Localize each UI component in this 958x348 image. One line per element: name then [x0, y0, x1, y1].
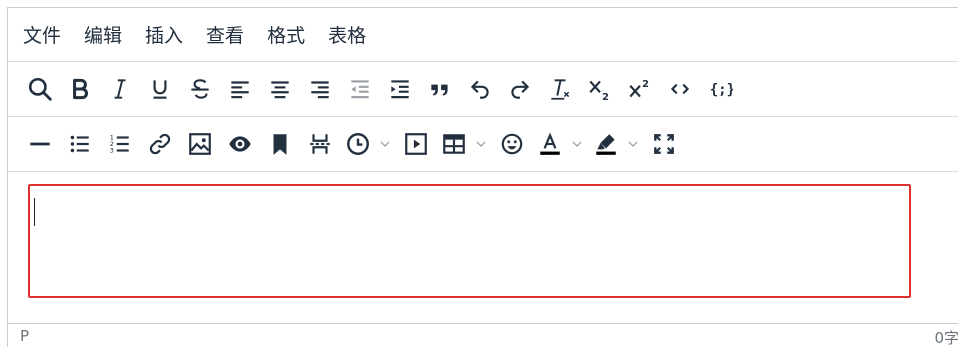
media-button[interactable] [396, 124, 436, 164]
numbered-list-button[interactable]: 123 [100, 124, 140, 164]
svg-text:2: 2 [602, 92, 609, 102]
link-button[interactable] [140, 124, 180, 164]
toolbar-row-1: 2 2 {;} [8, 62, 958, 117]
bold-button[interactable] [60, 69, 100, 109]
blockquote-icon [431, 84, 448, 96]
subscript-icon: 2 [589, 80, 609, 102]
subscript-button[interactable]: 2 [580, 69, 620, 109]
bullet-list-icon [70, 135, 89, 153]
redo-icon [511, 80, 530, 99]
menu-table[interactable]: 表格 [325, 17, 369, 52]
italic-button[interactable] [100, 69, 140, 109]
search-icon [28, 77, 52, 101]
editor-body[interactable] [28, 184, 911, 298]
media-icon [405, 133, 427, 155]
chevron-down-icon [380, 141, 390, 147]
bookmark-icon [273, 134, 287, 155]
text-caret [34, 198, 35, 226]
clear-formatting-icon [551, 79, 570, 100]
menu-insert[interactable]: 插入 [142, 17, 186, 52]
undo-icon [470, 80, 489, 99]
table-button[interactable] [436, 124, 472, 164]
emoticons-button[interactable] [492, 124, 532, 164]
italic-icon [114, 79, 126, 99]
link-icon [149, 133, 171, 155]
source-code-button[interactable] [660, 69, 700, 109]
align-left-button[interactable] [220, 69, 260, 109]
align-center-icon [271, 81, 289, 99]
undo-button[interactable] [460, 69, 500, 109]
strikethrough-icon [191, 79, 209, 99]
insert-datetime-icon [347, 133, 369, 155]
horizontal-line-icon [30, 142, 50, 146]
insert-datetime-split-button[interactable] [340, 124, 394, 164]
outdent-icon [351, 80, 369, 99]
blockquote-button[interactable] [420, 69, 460, 109]
align-center-button[interactable] [260, 69, 300, 109]
text-color-icon [540, 132, 560, 155]
svg-text:3: 3 [110, 147, 114, 155]
bookmark-button[interactable] [260, 124, 300, 164]
underline-button[interactable] [140, 69, 180, 109]
indent-button[interactable] [380, 69, 420, 109]
align-right-icon [311, 81, 329, 99]
align-right-button[interactable] [300, 69, 340, 109]
bullet-list-button[interactable] [60, 124, 100, 164]
superscript-icon: 2 [629, 79, 649, 98]
svg-text:{;}: {;} [710, 82, 733, 98]
menu-view[interactable]: 查看 [203, 17, 247, 52]
emoticons-icon [501, 133, 523, 155]
chevron-down-icon [476, 141, 486, 147]
highlight-color-button[interactable] [588, 124, 624, 164]
preview-icon [229, 136, 251, 152]
outdent-button[interactable] [340, 69, 380, 109]
chevron-down-icon [572, 141, 582, 147]
code-sample-icon: {;} [710, 82, 733, 98]
menu-format[interactable]: 格式 [264, 17, 308, 52]
bold-icon [73, 78, 88, 100]
page-break-icon [310, 134, 330, 154]
superscript-button[interactable]: 2 [620, 69, 660, 109]
rich-text-editor: 文件 编辑 插入 查看 格式 表格 2 2 {;} 1 2 3 P 0字 [7, 7, 958, 347]
toolbar-row-2: 123 [8, 117, 958, 172]
numbered-list-icon: 123 [110, 134, 129, 155]
content-area [8, 173, 958, 323]
statusbar: P 0字 [8, 323, 958, 348]
fullscreen-button[interactable] [644, 124, 684, 164]
strikethrough-button[interactable] [180, 69, 220, 109]
image-button[interactable] [180, 124, 220, 164]
page-break-button[interactable] [300, 124, 340, 164]
highlight-color-split-button[interactable] [588, 124, 642, 164]
clear-formatting-button[interactable] [540, 69, 580, 109]
table-icon [443, 134, 465, 154]
menu-file[interactable]: 文件 [20, 17, 64, 52]
fullscreen-icon [654, 134, 674, 154]
highlight-color-dropdown[interactable] [624, 124, 642, 164]
menu-edit[interactable]: 编辑 [81, 17, 125, 52]
menubar: 文件 编辑 插入 查看 格式 表格 [8, 8, 958, 62]
text-color-button[interactable] [532, 124, 568, 164]
search-replace-button[interactable] [20, 69, 60, 109]
insert-datetime-dropdown[interactable] [376, 124, 394, 164]
table-dropdown[interactable] [472, 124, 490, 164]
table-split-button[interactable] [436, 124, 490, 164]
align-left-icon [231, 81, 249, 99]
svg-text:2: 2 [642, 79, 649, 90]
insert-datetime-button[interactable] [340, 124, 376, 164]
source-code-icon [670, 83, 690, 95]
indent-icon [391, 80, 409, 99]
preview-button[interactable] [220, 124, 260, 164]
image-icon [189, 133, 211, 155]
text-color-split-button[interactable] [532, 124, 586, 164]
text-color-dropdown[interactable] [568, 124, 586, 164]
word-count[interactable]: 0字 [934, 327, 958, 348]
underline-icon [153, 80, 167, 99]
highlight-color-icon [596, 134, 616, 155]
redo-button[interactable] [500, 69, 540, 109]
chevron-down-icon [628, 141, 638, 147]
code-sample-button[interactable]: {;} [700, 69, 740, 109]
element-path[interactable]: P [20, 327, 29, 345]
horizontal-line-button[interactable] [20, 124, 60, 164]
